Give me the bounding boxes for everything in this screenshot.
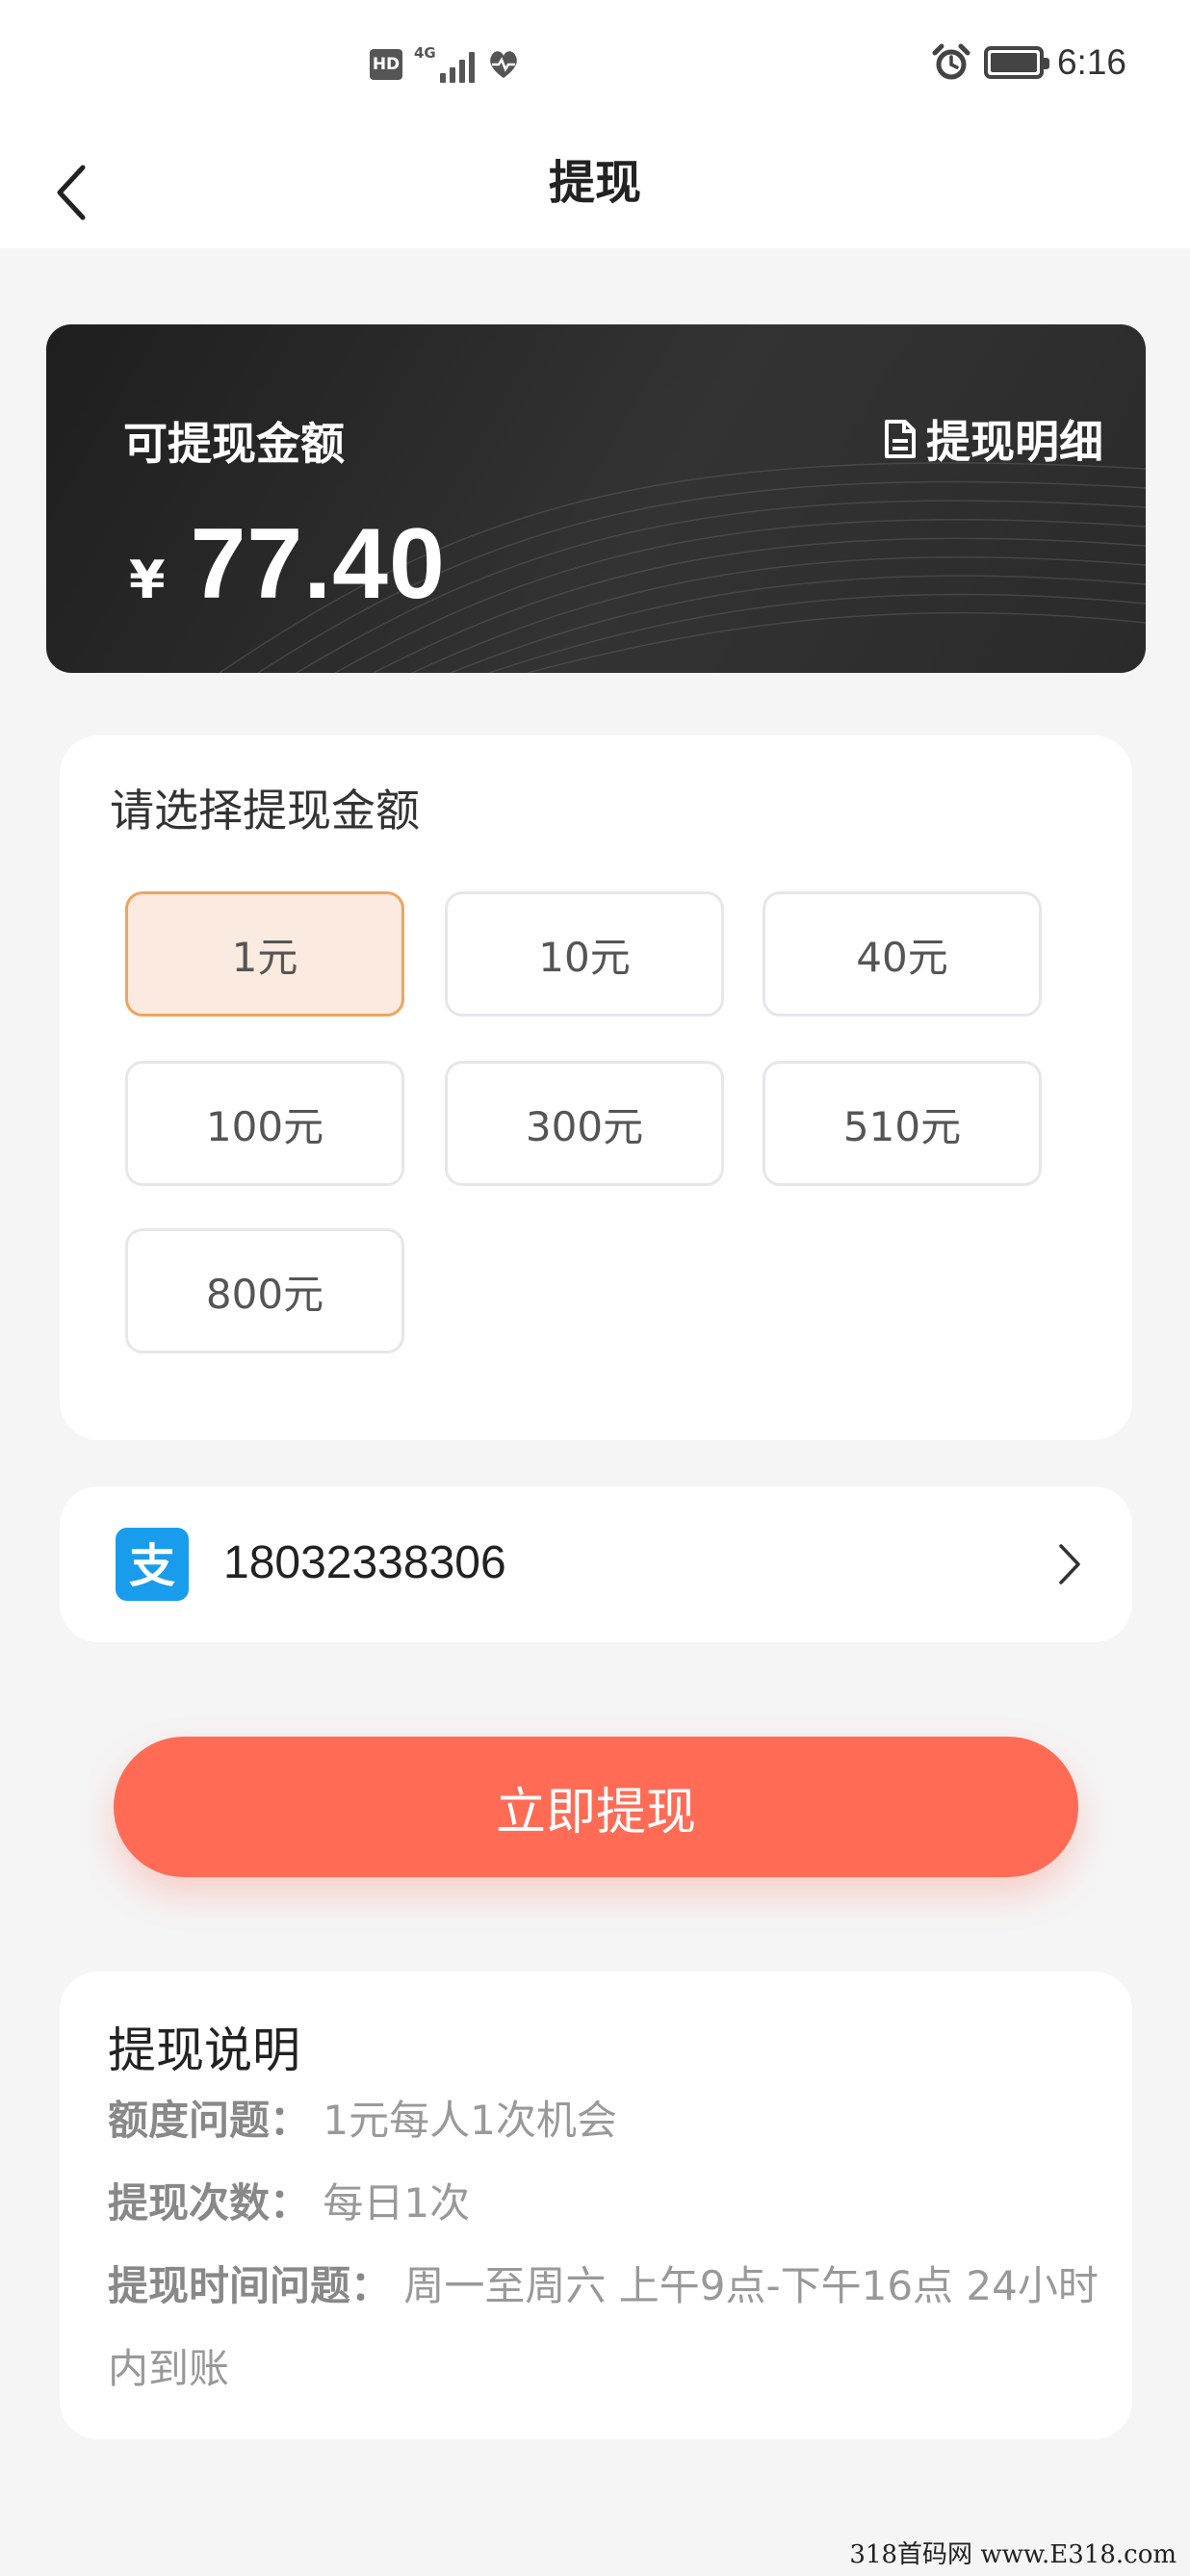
status-bar: HD 4G 6:16 (0, 0, 1190, 135)
amount-option-100[interactable]: 100元 (125, 1061, 404, 1186)
page-header: 提现 (0, 135, 1190, 248)
chevron-left-icon (57, 165, 86, 220)
amount-option-300[interactable]: 300元 (445, 1061, 724, 1186)
note-key: 提现次数： (108, 2179, 311, 2227)
note-item: 额度问题： 1元每人1次机会 (108, 2079, 1099, 2162)
withdraw-detail-label: 提现明细 (926, 416, 1103, 468)
status-time: 6:16 (1056, 42, 1126, 82)
chevron-right-icon (1059, 1544, 1080, 1584)
heart-health-icon (489, 51, 517, 78)
note-item: 提现时间问题： 周一至周六 上午9点-下午16点 24小时内到账 (108, 2245, 1099, 2410)
document-icon (885, 420, 916, 458)
page-title: 提现 (548, 156, 641, 210)
amount-selector-title: 请选择提现金额 (110, 785, 420, 837)
hd-icon: HD (370, 49, 402, 80)
notes-title: 提现说明 (108, 2022, 300, 2078)
note-item: 提现次数： 每日1次 (108, 2162, 1099, 2245)
currency-symbol: ¥ (129, 550, 166, 610)
balance-value: 77.40 (190, 508, 446, 620)
withdraw-notes-card: 提现说明 额度问题： 1元每人1次机会 提现次数： 每日1次 提现时间问题： 周… (60, 1971, 1132, 2439)
alipay-icon: 支 (116, 1528, 189, 1601)
site-watermark: 318首码网 www.E318.com (849, 2540, 1177, 2569)
withdraw-now-button[interactable]: 立即提现 (114, 1737, 1078, 1877)
svg-text:支: 支 (129, 1539, 175, 1593)
battery-icon (983, 46, 1049, 79)
balance-amount: ¥ 77.40 (129, 507, 446, 622)
balance-label: 可提现金额 (123, 418, 345, 470)
balance-card: 可提现金额 提现明细 ¥ 77.40 (46, 324, 1146, 673)
note-key: 提现时间问题： (108, 2262, 392, 2309)
status-left-icons: HD 4G (370, 46, 521, 83)
network-type-label: 4G (414, 44, 436, 62)
account-number: 18032338306 (223, 1537, 506, 1588)
back-button[interactable] (42, 154, 100, 231)
status-right-icons: 6:16 (932, 42, 1126, 83)
amount-option-10[interactable]: 10元 (445, 891, 724, 1017)
withdraw-detail-link[interactable]: 提现明细 (884, 407, 1103, 471)
note-key: 额度问题： (108, 2097, 311, 2144)
note-value: 每日1次 (323, 2179, 471, 2227)
amount-option-40[interactable]: 40元 (763, 891, 1042, 1017)
alarm-icon (932, 43, 970, 80)
amount-option-510[interactable]: 510元 (763, 1061, 1042, 1186)
note-value: 1元每人1次机会 (323, 2097, 617, 2144)
signal-icon: 4G (414, 46, 475, 83)
amount-option-800[interactable]: 800元 (125, 1228, 404, 1353)
amount-option-1[interactable]: 1元 (125, 891, 404, 1017)
payout-account-row[interactable]: 支 18032338306 (60, 1486, 1132, 1642)
amount-selector-card: 请选择提现金额 1元 10元 40元 100元 300元 510元 800元 (60, 735, 1132, 1440)
